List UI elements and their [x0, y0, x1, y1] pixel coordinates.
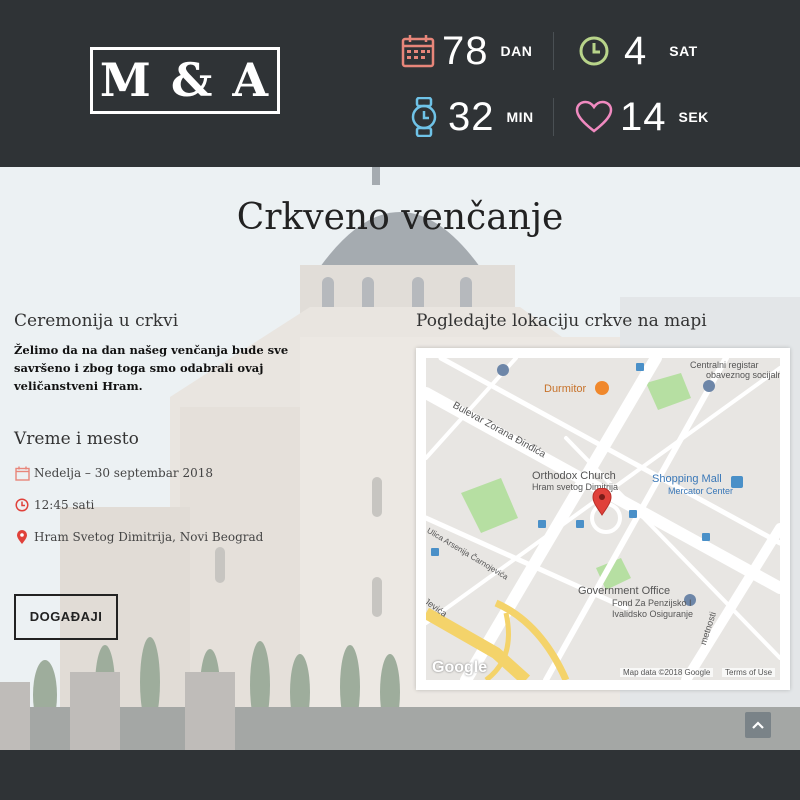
footer — [0, 750, 800, 800]
time-text: 12:45 sati — [34, 498, 95, 512]
heart-icon — [574, 97, 614, 137]
chevron-up-icon — [752, 721, 764, 729]
divider — [553, 98, 554, 136]
church-section: Crkveno venčanje Ceremonija u crkvi Želi… — [0, 167, 800, 750]
date-text: Nedelja – 30 septembar 2018 — [34, 466, 213, 480]
church-pin-icon[interactable] — [592, 488, 612, 516]
map-attribution: Map data ©2018 Google — [620, 668, 714, 677]
seconds-value: 14 — [620, 94, 667, 139]
time-place-heading: Vreme i mesto — [14, 429, 139, 449]
minutes-unit: MIN — [506, 109, 534, 125]
map-label: Government Office — [578, 585, 671, 597]
map-label: Durmitor — [544, 383, 587, 395]
place-text: Hram Svetog Dimitrija, Novi Beograd — [34, 530, 264, 544]
map-frame: Centralni registar obaveznog socijalnog … — [416, 348, 790, 690]
days-value: 78 — [442, 28, 489, 73]
google-map[interactable]: Centralni registar obaveznog socijalnog … — [426, 358, 780, 680]
hours-unit: SAT — [669, 43, 698, 59]
countdown-days: 78 DAN — [398, 28, 532, 74]
map-label: Ivalidsko Osiguranje — [612, 609, 694, 619]
map-label: Mercator Center — [668, 486, 734, 496]
clock-icon — [574, 31, 614, 71]
clock-icon — [14, 497, 30, 513]
events-button[interactable]: DOGAĐAJI — [14, 594, 118, 640]
page-title: Crkveno venčanje — [236, 197, 564, 238]
map-label: Centralni registar — [690, 360, 759, 370]
hours-value: 4 — [624, 28, 648, 73]
map-label: Shopping Mall — [652, 473, 722, 485]
days-unit: DAN — [500, 43, 533, 59]
countdown-minutes: 32 MIN — [404, 94, 534, 140]
map-pin-icon — [14, 529, 30, 545]
map-label: obaveznog socijalnog — [706, 370, 780, 380]
calendar-icon — [14, 465, 30, 481]
map-label: Orthodox Church — [532, 470, 616, 482]
calendar-icon — [398, 31, 438, 71]
ceremony-text: Želimo da na dan našeg venčanja bude sve… — [14, 343, 289, 393]
header: M & A 78 DAN 4 SAT 32 MIN 14 SEK — [0, 0, 800, 167]
date-row: Nedelja – 30 septembar 2018 — [14, 465, 213, 481]
map-roads — [426, 358, 780, 680]
map-heading: Pogledajte lokaciju crkve na mapi — [416, 311, 707, 331]
divider — [553, 32, 554, 70]
countdown-hours: 4 SAT — [574, 28, 698, 74]
countdown-seconds: 14 SEK — [574, 94, 709, 140]
scroll-to-top-button[interactable] — [745, 712, 771, 738]
google-logo: Google — [432, 659, 488, 676]
place-row: Hram Svetog Dimitrija, Novi Beograd — [14, 529, 263, 545]
time-row: 12:45 sati — [14, 497, 94, 513]
map-label: Fond Za Penzijsko I — [612, 598, 692, 608]
minutes-value: 32 — [448, 94, 495, 139]
watch-icon — [404, 97, 444, 137]
seconds-unit: SEK — [678, 109, 709, 125]
terms-link[interactable]: Terms of Use — [722, 668, 776, 677]
ceremony-heading: Ceremonija u crkvi — [14, 311, 179, 331]
logo[interactable]: M & A — [90, 47, 280, 114]
